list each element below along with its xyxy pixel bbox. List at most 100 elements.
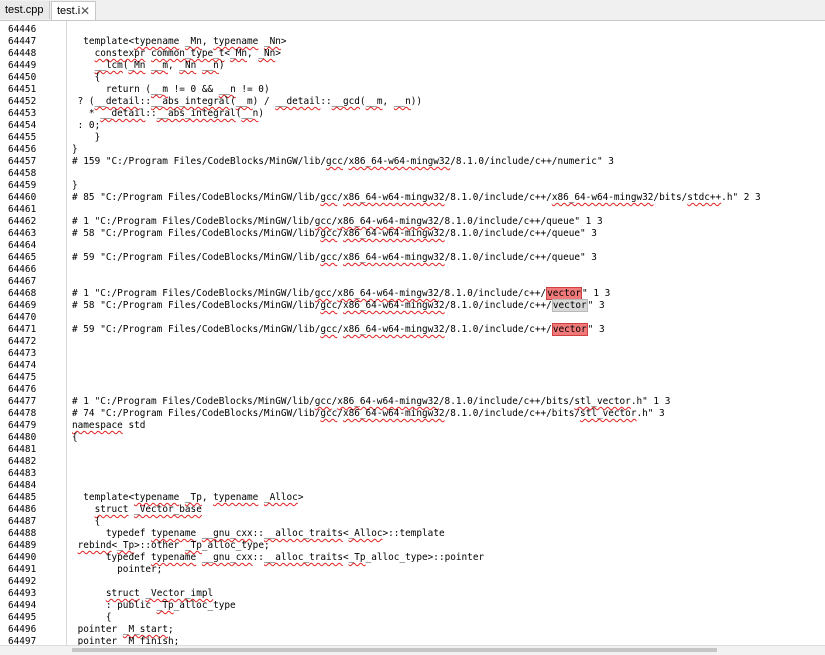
- line-number: 64452: [8, 96, 37, 107]
- code-text: {: [72, 612, 112, 623]
- line-number: 64465: [8, 252, 37, 263]
- code-text: return (__m != 0 && __n != 0): [72, 84, 270, 95]
- line-number: 64449: [8, 60, 37, 71]
- tab-test-cpp[interactable]: test.cpp: [0, 1, 50, 19]
- code-line: 64453 * __detail::__abs_integral(__n): [0, 108, 825, 120]
- code-line: 64457 # 159 "C:/Program Files/CodeBlocks/…: [0, 156, 825, 168]
- line-number: 64467: [8, 276, 37, 287]
- line-number: 64476: [8, 384, 37, 395]
- code-line: 64455 }: [0, 132, 825, 144]
- line-number: 64457: [8, 156, 37, 167]
- code-text: pointer _M_start;: [72, 624, 174, 635]
- close-icon[interactable]: ✕: [80, 2, 90, 20]
- code-line: 64459}: [0, 180, 825, 192]
- line-number: 64481: [8, 444, 37, 455]
- line-number: 64479: [8, 420, 37, 431]
- line-number: 64466: [8, 264, 37, 275]
- code-text: pointer;: [72, 564, 163, 575]
- code-line: 64486 struct _Vector_base: [0, 504, 825, 516]
- code-line: 64464: [0, 240, 825, 252]
- code-line: 64476: [0, 384, 825, 396]
- code-line: 64470: [0, 312, 825, 324]
- code-line: 64488 typedef typename __gnu_cxx::__allo…: [0, 528, 825, 540]
- code-text: # 85 "C:/Program Files/CodeBlocks/MinGW/…: [72, 192, 761, 203]
- line-number: 64473: [8, 348, 37, 359]
- code-line: 64480 {: [0, 432, 825, 444]
- code-line: 64490 typedef typename __gnu_cxx::__allo…: [0, 552, 825, 564]
- code-text: rebind<_Tp>::other _Tp_alloc_type;: [77, 540, 270, 551]
- code-editor[interactable]: 64446 64447 template<typename _Mn, typena…: [0, 21, 825, 645]
- code-text: }: [72, 132, 101, 143]
- line-number: 64456: [8, 144, 37, 155]
- line-number: 64448: [8, 48, 37, 59]
- line-number: 64450: [8, 72, 37, 83]
- code-line: 64446: [0, 24, 825, 36]
- line-number: 64458: [8, 168, 37, 179]
- code-text: # 59 "C:/Program Files/CodeBlocks/MinGW/…: [72, 323, 605, 336]
- code-line: 64456}: [0, 144, 825, 156]
- code-line: 64479 namespace std: [0, 420, 825, 432]
- code-line: 64484: [0, 480, 825, 492]
- code-line: 64462 # 1 "C:/Program Files/CodeBlocks/Mi…: [0, 216, 825, 228]
- code-line: 64483: [0, 468, 825, 480]
- code-line: 64489 rebind<_Tp>::other _Tp_alloc_type;: [0, 540, 825, 552]
- code-line: 64463 # 58 "C:/Program Files/CodeBlocks/M…: [0, 228, 825, 240]
- scrollbar-thumb[interactable]: [72, 648, 717, 652]
- code-line: 64465 # 59 "C:/Program Files/CodeBlocks/M…: [0, 252, 825, 264]
- code-line: 64482: [0, 456, 825, 468]
- code-line: 64474: [0, 360, 825, 372]
- tab-label: test.i: [57, 5, 81, 17]
- code-line: 64481: [0, 444, 825, 456]
- code-line: 64493 struct _Vector_impl: [0, 588, 825, 600]
- code-line: 64469 # 58 "C:/Program Files/CodeBlocks/M…: [0, 299, 825, 312]
- line-number: 64468: [8, 288, 37, 299]
- line-number: 64459: [8, 180, 37, 191]
- line-number: 64482: [8, 456, 37, 467]
- code-line: 64494 : public _Tp_alloc_type: [0, 600, 825, 612]
- tab-test-i[interactable]: test.i ✕: [51, 1, 96, 20]
- line-number: 64487: [8, 516, 37, 527]
- code-line: 64485 template<typename _Tp, typename _A…: [0, 492, 825, 504]
- line-number: 64477: [8, 396, 37, 407]
- code-text: # 58 "C:/Program Files/CodeBlocks/MinGW/…: [72, 228, 597, 239]
- code-text: typedef typename __gnu_cxx::__alloc_trai…: [72, 552, 485, 563]
- code-text: struct _Vector_base: [94, 504, 202, 515]
- tab-label: test.cpp: [5, 4, 44, 16]
- code-line: 64473: [0, 348, 825, 360]
- line-number: 64462: [8, 216, 37, 227]
- line-number: 64480: [8, 432, 37, 443]
- line-number: 64483: [8, 468, 37, 479]
- line-number: 64492: [8, 576, 37, 587]
- code-text: typedef typename __gnu_cxx::__alloc_trai…: [72, 528, 445, 539]
- code-text: # 59 "C:/Program Files/CodeBlocks/MinGW/…: [72, 252, 597, 263]
- line-number: 64484: [8, 480, 37, 491]
- code-line: 64450 {: [0, 72, 825, 84]
- line-number: 64478: [8, 408, 37, 419]
- code-line: 64478 # 74 "C:/Program Files/CodeBlocks/M…: [0, 408, 825, 420]
- code-text: * __detail::__abs_integral(__n): [72, 108, 264, 119]
- line-number: 64490: [8, 552, 37, 563]
- line-number: 64486: [8, 504, 37, 515]
- code-text: # 74 "C:/Program Files/CodeBlocks/MinGW/…: [72, 408, 665, 419]
- code-text: __lcm(_Mn __m, _Nn __n): [94, 60, 225, 71]
- code-line: 64451 return (__m != 0 && __n != 0): [0, 84, 825, 96]
- code-line: 64475: [0, 372, 825, 384]
- code-text: template<typename _Tp, typename _Alloc>: [72, 492, 304, 503]
- code-text: pointer _M_finish;: [72, 636, 180, 645]
- line-number: 64471: [8, 324, 37, 335]
- code-line: 64477 # 1 "C:/Program Files/CodeBlocks/Mi…: [0, 396, 825, 408]
- code-line: 64468 # 1 "C:/Program Files/CodeBlocks/Mi…: [0, 287, 825, 300]
- code-line: 64471 # 59 "C:/Program Files/CodeBlocks/M…: [0, 323, 825, 336]
- line-number: 64454: [8, 120, 37, 131]
- code-text: {: [72, 432, 78, 443]
- code-line: 64495 {: [0, 612, 825, 624]
- line-number: 64455: [8, 132, 37, 143]
- line-number: 64475: [8, 372, 37, 383]
- code-text: }: [72, 144, 78, 155]
- line-number: 64461: [8, 204, 37, 215]
- code-line: 64497 pointer _M_finish;: [0, 636, 825, 645]
- line-number: 64470: [8, 312, 37, 323]
- code-text: struct _Vector_impl: [105, 588, 214, 599]
- code-text: {: [72, 72, 101, 83]
- code-line: 64492: [0, 576, 825, 588]
